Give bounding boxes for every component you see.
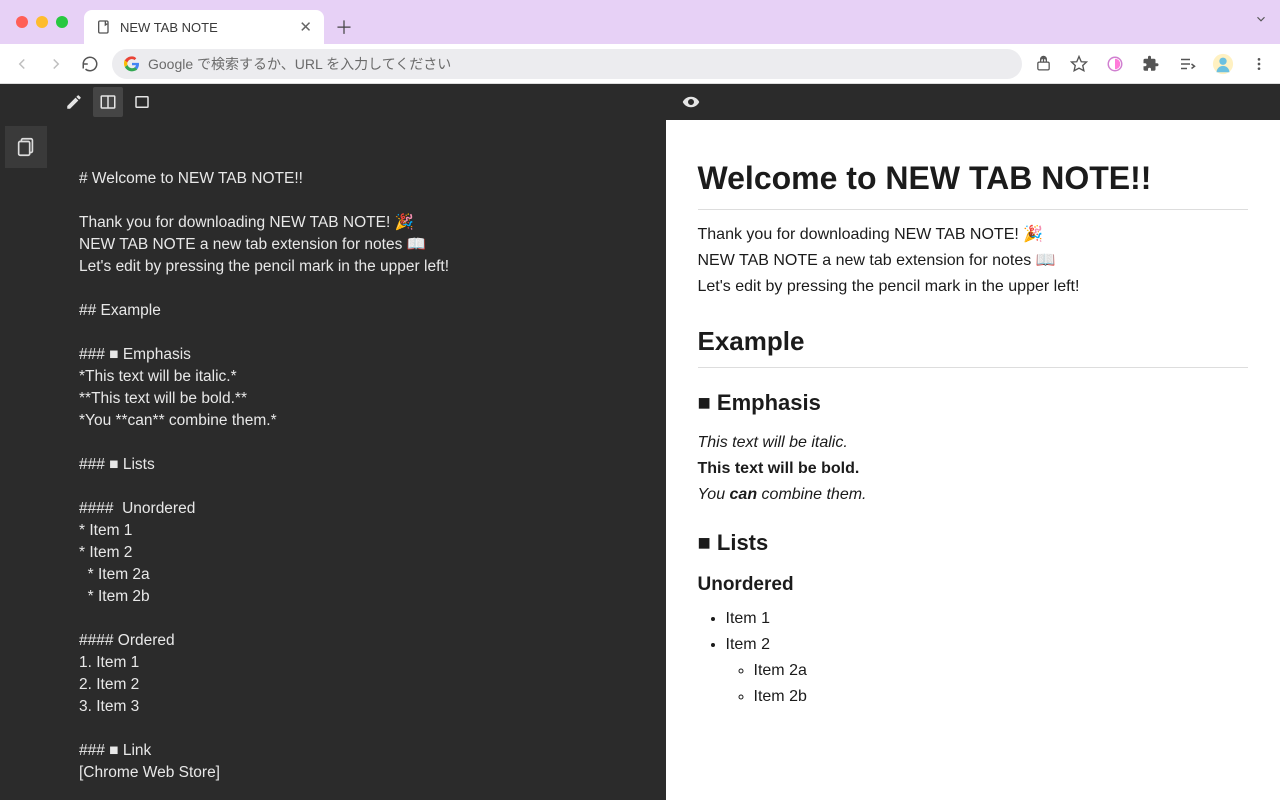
new-tab-button[interactable]: ＋	[330, 13, 358, 41]
window-controls	[8, 0, 68, 44]
close-tab-icon[interactable]: ✕	[299, 18, 312, 36]
list-item: Item 1	[726, 606, 1249, 632]
markdown-editor[interactable]: # Welcome to NEW TAB NOTE!! Thank you fo…	[51, 120, 666, 800]
omnibox-placeholder: Google で検索するか、URL を入力してください	[148, 54, 451, 74]
browser-tab[interactable]: NEW TAB NOTE ✕	[84, 10, 324, 44]
preview-intro-line: Let's edit by pressing the pencil mark i…	[698, 278, 1080, 295]
preview-h4-unordered: Unordered	[698, 574, 1249, 596]
preview-bold-text: This text will be bold.	[698, 460, 860, 477]
maximize-window-button[interactable]	[56, 16, 68, 28]
list-item: Item 2a	[754, 658, 1249, 684]
tab-title: NEW TAB NOTE	[120, 20, 218, 35]
list-item: Item 2 Item 2a Item 2b	[726, 632, 1249, 710]
close-window-button[interactable]	[16, 16, 28, 28]
preview-italic-text: This text will be italic.	[698, 434, 848, 451]
preview-h1: Welcome to NEW TAB NOTE!!	[698, 160, 1249, 210]
app-toolbar	[51, 84, 1280, 120]
reload-button[interactable]	[78, 52, 102, 76]
browser-toolbar: Google で検索するか、URL を入力してください	[0, 44, 1280, 84]
back-button[interactable]	[10, 52, 34, 76]
app-sidebar	[0, 84, 51, 800]
extensions-icon[interactable]	[1140, 53, 1162, 75]
preview-h3-lists: ■ Lists	[698, 530, 1249, 556]
media-control-icon[interactable]	[1176, 53, 1198, 75]
files-icon[interactable]	[5, 126, 47, 168]
share-icon[interactable]	[1032, 53, 1054, 75]
preview-intro-line: Thank you for downloading NEW TAB NOTE! …	[698, 226, 1044, 243]
address-bar[interactable]: Google で検索するか、URL を入力してください	[112, 49, 1022, 79]
menu-icon[interactable]	[1248, 53, 1270, 75]
preview-h3-emphasis: ■ Emphasis	[698, 390, 1249, 416]
minimize-window-button[interactable]	[36, 16, 48, 28]
list-item: Item 2b	[754, 684, 1249, 710]
profile-avatar-icon[interactable]	[1212, 53, 1234, 75]
extension-newtabnote-icon[interactable]	[1104, 53, 1126, 75]
preview-combined-text: You can combine them.	[698, 486, 867, 503]
edit-mode-button[interactable]	[59, 87, 89, 117]
preview-intro-line: NEW TAB NOTE a new tab extension for not…	[698, 252, 1056, 269]
tabs-overflow-icon[interactable]	[1254, 12, 1268, 31]
preview-toggle-icon[interactable]	[676, 87, 706, 117]
google-icon	[124, 56, 140, 72]
markdown-preview: Welcome to NEW TAB NOTE!! Thank you for …	[666, 120, 1280, 800]
note-icon	[96, 19, 112, 35]
preview-h2: Example	[698, 326, 1249, 368]
bookmark-star-icon[interactable]	[1068, 53, 1090, 75]
forward-button[interactable]	[44, 52, 68, 76]
browser-tabstrip: NEW TAB NOTE ✕ ＋	[0, 0, 1280, 44]
preview-unordered-list: Item 1 Item 2 Item 2a Item 2b	[698, 606, 1249, 710]
single-view-button[interactable]	[127, 87, 157, 117]
split-view-button[interactable]	[93, 87, 123, 117]
